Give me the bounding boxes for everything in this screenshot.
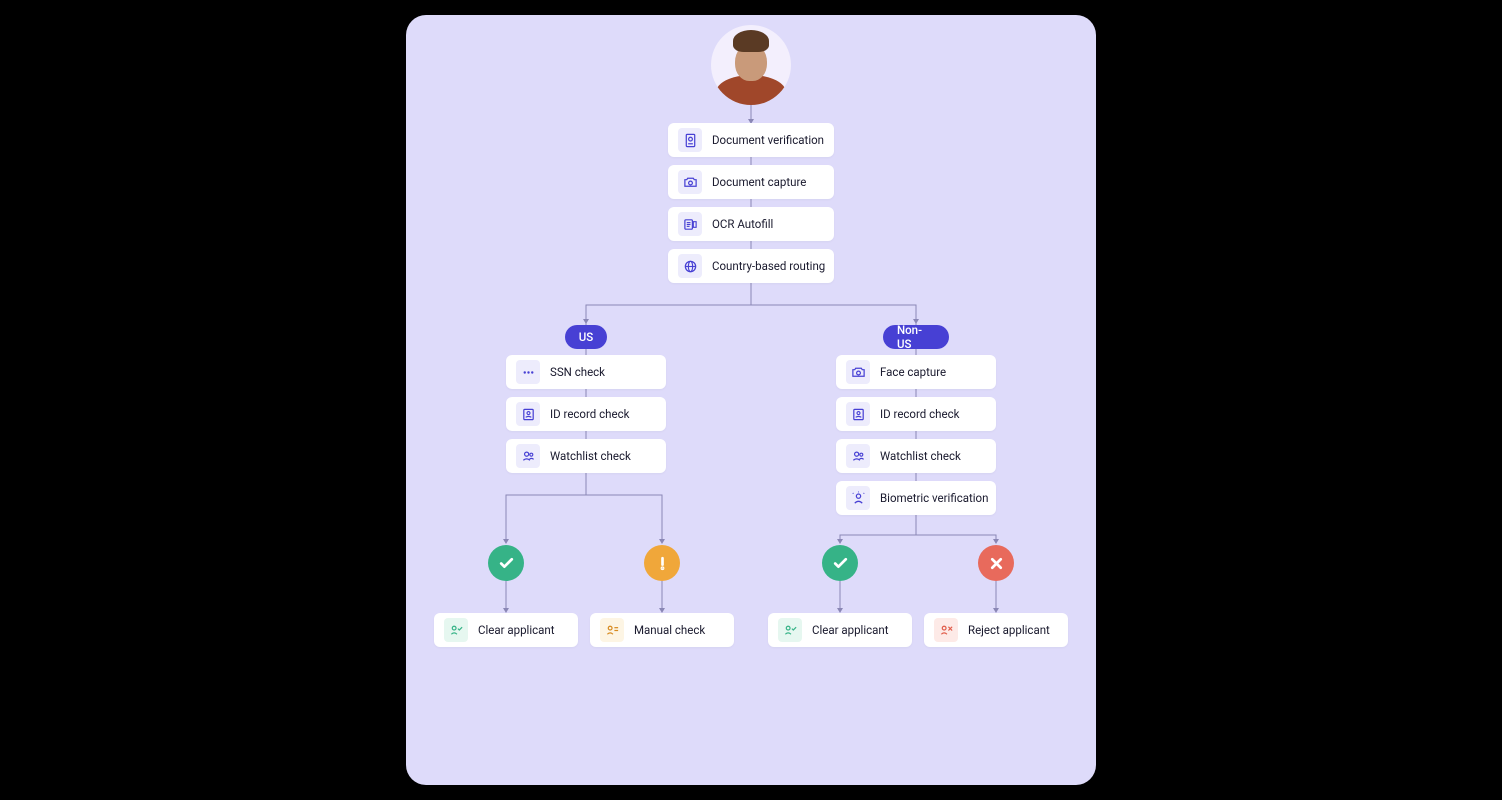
id-record-icon: [846, 402, 870, 426]
step-label: Document capture: [712, 175, 806, 189]
step-ssn-check: SSN check: [506, 355, 666, 389]
step-id-record-check-us: ID record check: [506, 397, 666, 431]
warning-badge: [644, 545, 680, 581]
step-label: OCR Autofill: [712, 217, 773, 231]
step-watchlist-check-nonus: Watchlist check: [836, 439, 996, 473]
step-id-record-check-nonus: ID record check: [836, 397, 996, 431]
success-badge: [822, 545, 858, 581]
workflow-diagram: Document verification Document capture O…: [406, 15, 1096, 785]
step-label: Face capture: [880, 365, 946, 379]
camera-icon: [678, 170, 702, 194]
applicant-avatar: [711, 25, 791, 105]
watchlist-icon: [846, 444, 870, 468]
camera-icon: [846, 360, 870, 384]
step-document-capture: Document capture: [668, 165, 834, 199]
step-face-capture: Face capture: [836, 355, 996, 389]
step-country-routing: Country-based routing: [668, 249, 834, 283]
error-badge: [978, 545, 1014, 581]
step-label: Watchlist check: [880, 449, 961, 463]
step-label: SSN check: [550, 365, 605, 379]
outcome-label: Clear applicant: [478, 623, 555, 637]
reject-icon: [934, 618, 958, 642]
ocr-icon: [678, 212, 702, 236]
outcome-clear-applicant: Clear applicant: [768, 613, 912, 647]
step-label: Biometric verification: [880, 491, 988, 505]
step-biometric-verification: Biometric verification: [836, 481, 996, 515]
step-document-verification: Document verification: [668, 123, 834, 157]
ssn-icon: [516, 360, 540, 384]
outcome-label: Clear applicant: [812, 623, 889, 637]
id-record-icon: [516, 402, 540, 426]
manual-icon: [600, 618, 624, 642]
outcome-clear-applicant: Clear applicant: [434, 613, 578, 647]
branch-pill-us: US: [565, 325, 607, 349]
step-label: ID record check: [880, 407, 959, 421]
outcome-reject-applicant: Reject applicant: [924, 613, 1068, 647]
step-label: Watchlist check: [550, 449, 631, 463]
biometric-icon: [846, 486, 870, 510]
globe-icon: [678, 254, 702, 278]
watchlist-icon: [516, 444, 540, 468]
clear-icon: [444, 618, 468, 642]
outcome-manual-check: Manual check: [590, 613, 734, 647]
step-label: Document verification: [712, 133, 824, 147]
step-label: ID record check: [550, 407, 629, 421]
step-ocr-autofill: OCR Autofill: [668, 207, 834, 241]
step-label: Country-based routing: [712, 259, 825, 273]
step-watchlist-check-us: Watchlist check: [506, 439, 666, 473]
branch-pill-nonus: Non-US: [883, 325, 949, 349]
outcome-label: Manual check: [634, 623, 705, 637]
success-badge: [488, 545, 524, 581]
clear-icon: [778, 618, 802, 642]
passport-icon: [678, 128, 702, 152]
outcome-label: Reject applicant: [968, 623, 1050, 637]
